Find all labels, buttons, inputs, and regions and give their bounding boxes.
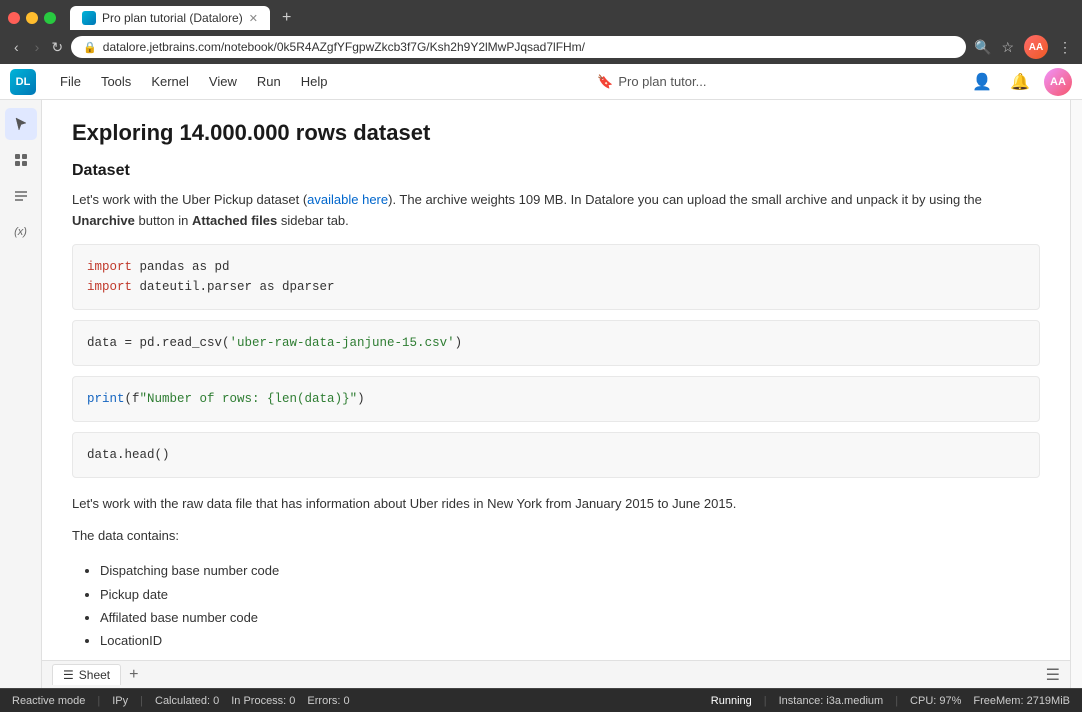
window-close[interactable] (8, 12, 20, 24)
app-logo: DL (10, 69, 36, 95)
ipy-item: IPy (112, 695, 128, 707)
list-item: Affilated base number code (100, 606, 1040, 629)
divider3: | (764, 695, 767, 707)
new-tab-button[interactable]: + (274, 7, 299, 29)
toolbar-actions: 👤 🔔 AA (968, 68, 1072, 96)
user-settings-button[interactable]: 👤 (968, 70, 996, 94)
main-layout: (x) Exploring 14.000.000 rows dataset Da… (0, 100, 1082, 688)
cpu-label: CPU: 97% (910, 695, 961, 707)
add-sheet-button[interactable]: + (125, 666, 142, 684)
freemem-item: FreeMem: 2719MiB (973, 695, 1070, 707)
sidebar-item-cursor[interactable] (5, 108, 37, 140)
ipy-label: IPy (112, 695, 128, 707)
bookmark-icon: 🔖 (597, 74, 613, 90)
sidebar-item-variables[interactable]: (x) (5, 216, 37, 248)
menu-file[interactable]: File (52, 71, 89, 92)
browser-tab[interactable]: Pro plan tutorial (Datalore) ✕ (70, 6, 270, 30)
in-process-item: In Process: 0 (231, 695, 295, 707)
code-cell-imports[interactable]: import pandas as pd import dateutil.pars… (72, 244, 1040, 310)
available-here-link[interactable]: available here (307, 192, 388, 207)
reactive-mode-label: Reactive mode (12, 695, 85, 707)
window-minimize[interactable] (26, 12, 38, 24)
sheet-tab-label: Sheet (79, 668, 110, 682)
instance-label: Instance: i3a.medium (779, 695, 884, 707)
calculated-item: Calculated: 0 (155, 695, 219, 707)
tab-title: Pro plan tutorial (Datalore) (102, 11, 243, 25)
notebook-settings-button[interactable]: ☰ (1046, 665, 1060, 685)
list-item: Dispatching base number code (100, 559, 1040, 582)
status-bar: Reactive mode | IPy | Calculated: 0 In P… (0, 688, 1082, 712)
menu-help[interactable]: Help (293, 71, 336, 92)
refresh-button[interactable]: ↻ (51, 39, 63, 56)
more-options-button[interactable]: ⋮ (1058, 39, 1072, 56)
back-button[interactable]: ‹ (10, 37, 23, 57)
address-bar-row: ‹ › ↻ 🔒 datalore.jetbrains.com/notebook/… (0, 30, 1082, 64)
running-label: Running (711, 695, 752, 707)
right-panel (1070, 100, 1082, 688)
tab-close-button[interactable]: ✕ (249, 12, 258, 25)
window-maximize[interactable] (44, 12, 56, 24)
lock-icon: 🔒 (83, 41, 97, 54)
menu-items: File Tools Kernel View Run Help (52, 71, 335, 92)
sidebar-item-attachments[interactable] (5, 144, 37, 176)
code-cell-print[interactable]: print(f"Number of rows: {len(data)}") (72, 376, 1040, 422)
forward-button[interactable]: › (31, 37, 44, 57)
address-text: datalore.jetbrains.com/notebook/0k5R4AZg… (103, 40, 954, 54)
sheet-icon: ☰ (63, 668, 74, 682)
address-box[interactable]: 🔒 datalore.jetbrains.com/notebook/0k5R4A… (71, 36, 966, 58)
notebook-title-display: 🔖 Pro plan tutor... (597, 74, 706, 90)
raw-data-description: Let's work with the raw data file that h… (72, 494, 1040, 515)
sheet-tab[interactable]: ☰ Sheet (52, 664, 121, 685)
errors-item: Errors: 0 (307, 695, 349, 707)
calculated-label: Calculated: 0 (155, 695, 219, 707)
menu-run[interactable]: Run (249, 71, 289, 92)
user-avatar[interactable]: AA (1044, 68, 1072, 96)
variables-icon: (x) (14, 226, 27, 238)
divider4: | (895, 695, 898, 707)
menu-tools[interactable]: Tools (93, 71, 139, 92)
running-status: Running (711, 695, 752, 707)
freemem-label: FreeMem: 2719MiB (973, 695, 1070, 707)
notifications-button[interactable]: 🔔 (1006, 70, 1034, 94)
divider2: | (140, 695, 143, 707)
code-cell-read-csv[interactable]: data = pd.read_csv('uber-raw-data-janjun… (72, 320, 1040, 366)
menu-view[interactable]: View (201, 71, 245, 92)
instance-item: Instance: i3a.medium (779, 695, 884, 707)
list-item: LocationID (100, 629, 1040, 652)
profile-avatar[interactable]: AA (1024, 35, 1048, 59)
tab-bar: Pro plan tutorial (Datalore) ✕ + (0, 0, 1082, 30)
list-item: Pickup date (100, 583, 1040, 606)
tab-favicon (82, 11, 96, 25)
search-button[interactable]: 🔍 (974, 39, 991, 56)
in-process-label: In Process: 0 (231, 695, 295, 707)
sidebar-item-outline[interactable] (5, 180, 37, 212)
menu-kernel[interactable]: Kernel (143, 71, 197, 92)
cpu-item: CPU: 97% (910, 695, 961, 707)
sidebar: (x) (0, 100, 42, 688)
dataset-description: Let's work with the Uber Pickup dataset … (72, 190, 1040, 232)
code-cell-head[interactable]: data.head() (72, 432, 1040, 478)
browser-actions: 🔍 ☆ AA ⋮ (974, 35, 1072, 59)
errors-label: Errors: 0 (307, 695, 349, 707)
data-contains-label: The data contains: (72, 526, 1040, 547)
data-fields-list: Dispatching base number code Pickup date… (72, 559, 1040, 653)
bookmark-button[interactable]: ☆ (1001, 39, 1014, 56)
notebook-main-title: Exploring 14.000.000 rows dataset (72, 120, 1040, 146)
divider1: | (97, 695, 100, 707)
bottom-tabs: ☰ Sheet + ☰ (42, 660, 1070, 688)
notebook-content[interactable]: Exploring 14.000.000 rows dataset Datase… (42, 100, 1070, 660)
section-dataset-title: Dataset (72, 162, 1040, 180)
app: DL File Tools Kernel View Run Help 🔖 Pro… (0, 64, 1082, 712)
app-toolbar: DL File Tools Kernel View Run Help 🔖 Pro… (0, 64, 1082, 100)
reactive-mode-item[interactable]: Reactive mode (12, 695, 85, 707)
browser-chrome: Pro plan tutorial (Datalore) ✕ + ‹ › ↻ 🔒… (0, 0, 1082, 64)
